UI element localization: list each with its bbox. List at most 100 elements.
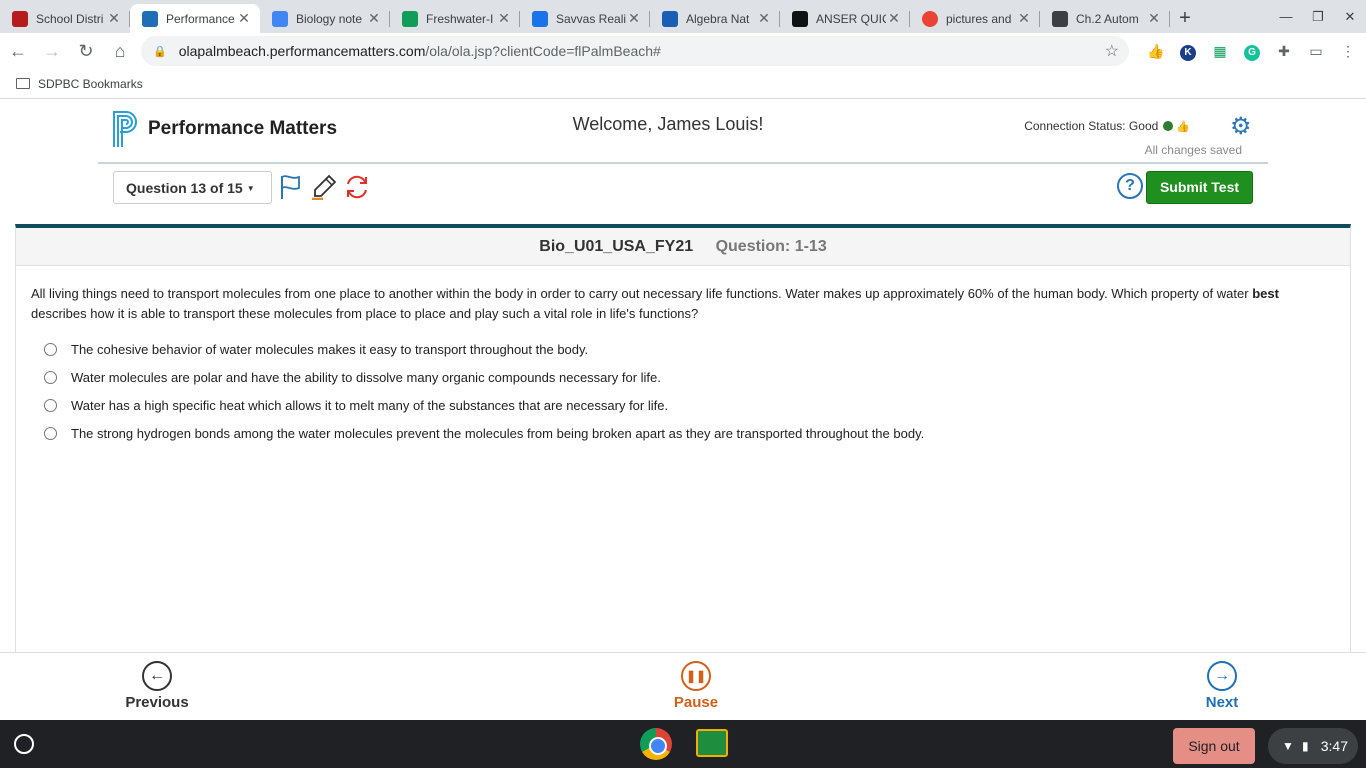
os-shelf: Sign out ▼ ▮ 3:47 — [0, 720, 1366, 768]
close-icon[interactable]: ✕ — [886, 10, 902, 27]
radio-button[interactable] — [44, 371, 57, 384]
answer-choice[interactable]: Water molecules are polar and have the a… — [44, 370, 661, 385]
puzzle-extensions-icon[interactable]: ✚ — [1268, 43, 1300, 60]
clock: 3:47 — [1320, 738, 1348, 754]
answer-choice[interactable]: Water has a high specific heat which all… — [44, 398, 668, 413]
menu-kebab-icon[interactable]: ⋮ — [1332, 43, 1364, 60]
browser-tab[interactable]: pictures and ✕ — [910, 4, 1040, 33]
tab-favicon — [12, 10, 28, 27]
tab-title: School Distri — [36, 11, 104, 26]
radio-button[interactable] — [44, 399, 57, 412]
browser-tab[interactable]: School Distri ✕ — [0, 4, 130, 33]
question-selector[interactable]: Question 13 of 15 ▼ — [113, 171, 272, 204]
answer-choice-text: Water molecules are polar and have the a… — [71, 370, 661, 385]
flag-icon[interactable] — [279, 174, 303, 200]
answer-choice-text: Water has a high specific heat which all… — [71, 398, 669, 413]
tab-favicon — [662, 10, 678, 27]
bookmark-star-icon[interactable]: ☆ — [1105, 41, 1119, 61]
gear-icon[interactable]: ⚙ — [1230, 112, 1252, 141]
help-button[interactable]: ? — [1117, 173, 1143, 199]
folder-icon — [16, 78, 30, 89]
close-icon[interactable]: ✕ — [366, 10, 382, 27]
question-panel: Bio_U01_USA_FY21 Question: 1-13 All livi… — [15, 224, 1351, 652]
status-dot-icon — [1163, 121, 1174, 131]
wifi-icon: ▼ — [1282, 739, 1294, 753]
pause-button[interactable]: ❚❚ Pause — [656, 661, 736, 711]
tab-title: Performance — [166, 11, 235, 26]
battery-icon: ▮ — [1302, 739, 1309, 753]
test-name: Bio_U01_USA_FY21 — [539, 238, 694, 255]
browser-toolbar: ← → ↻ ⌂ 🔒 olapalmbeach.performancematter… — [0, 33, 1366, 69]
browser-tab-active[interactable]: Performance ✕ — [130, 4, 260, 33]
answer-choice-text: The strong hydrogen bonds among the wate… — [71, 426, 925, 441]
forward-icon[interactable]: → — [36, 35, 68, 67]
chrome-app-icon[interactable] — [640, 728, 672, 760]
close-icon[interactable]: ✕ — [236, 10, 252, 27]
browser-tab[interactable]: Algebra Nat ✕ — [650, 4, 780, 33]
cast-icon[interactable]: ▭ — [1300, 43, 1332, 60]
reset-icon[interactable] — [344, 174, 370, 200]
radio-button[interactable] — [44, 343, 57, 356]
stem-emphasis: best — [1252, 286, 1279, 301]
tab-favicon — [922, 10, 938, 27]
pause-label: Pause — [673, 694, 719, 711]
tab-title: Biology note — [296, 11, 363, 26]
bookmarks-bar: SDPBC Bookmarks — [0, 69, 1366, 99]
previous-label: Previous — [125, 694, 189, 711]
answer-choice[interactable]: The strong hydrogen bonds among the wate… — [44, 426, 924, 441]
tab-title: ANSER QUIC — [816, 11, 886, 26]
browser-tab[interactable]: Freshwater-I ✕ — [390, 4, 520, 33]
grammarly-extension-icon[interactable]: G — [1236, 42, 1268, 61]
tab-title: pictures and — [946, 11, 1012, 26]
minimize-icon[interactable]: — — [1270, 0, 1302, 33]
system-tray[interactable]: ▼ ▮ 3:47 — [1268, 728, 1358, 764]
close-window-icon[interactable]: ✕ — [1334, 0, 1366, 33]
close-icon[interactable]: ✕ — [1016, 10, 1032, 27]
radio-button[interactable] — [44, 427, 57, 440]
window-controls: — ❐ ✕ — [1270, 0, 1366, 33]
thumbs-up-extension-icon[interactable]: 👍 — [1140, 43, 1172, 60]
home-icon[interactable]: ⌂ — [104, 35, 136, 67]
connection-status: Connection Status: Good 👍 — [1024, 119, 1190, 133]
tab-title: Freshwater-I — [426, 11, 494, 26]
tab-favicon — [142, 10, 158, 27]
classroom-app-icon[interactable] — [696, 729, 728, 757]
k-extension-icon[interactable]: K — [1172, 42, 1204, 61]
close-icon[interactable]: ✕ — [496, 10, 512, 27]
next-button[interactable]: → Next — [1182, 661, 1262, 711]
new-tab-button[interactable]: + — [1170, 4, 1200, 33]
arrow-left-icon: ← — [142, 661, 172, 691]
answer-choice[interactable]: The cohesive behavior of water molecules… — [44, 342, 588, 357]
browser-tab-strip: School Distri ✕ Performance ✕ Biology note… — [0, 0, 1366, 33]
pause-icon: ❚❚ — [681, 661, 711, 691]
highlighter-icon[interactable] — [311, 174, 337, 200]
close-icon[interactable]: ✕ — [106, 10, 122, 27]
stem-text: describes how it is able to transport th… — [31, 306, 699, 321]
close-icon[interactable]: ✕ — [756, 10, 772, 27]
close-icon[interactable]: ✕ — [626, 10, 642, 27]
browser-tab[interactable]: Biology note ✕ — [260, 4, 390, 33]
lock-icon[interactable]: 🔒 — [153, 45, 167, 58]
answer-choice-text: The cohesive behavior of water molecules… — [71, 342, 589, 357]
question-stem: All living things need to transport mole… — [31, 284, 1321, 324]
submit-test-button[interactable]: Submit Test — [1146, 171, 1253, 204]
launcher-icon[interactable] — [14, 734, 34, 754]
back-icon[interactable]: ← — [2, 35, 34, 67]
address-bar[interactable]: 🔒 olapalmbeach.performancematters.com/ol… — [141, 36, 1129, 66]
tab-title: Algebra Nat — [686, 11, 750, 26]
question-selector-label: Question 13 of 15 — [126, 180, 243, 196]
next-label: Next — [1205, 694, 1239, 711]
previous-button[interactable]: ← Previous — [117, 661, 197, 711]
bookmark-folder[interactable]: SDPBC Bookmarks — [38, 77, 143, 91]
sheets-extension-icon[interactable]: ▦ — [1204, 43, 1236, 60]
save-status: All changes saved — [1144, 143, 1242, 157]
reload-icon[interactable]: ↻ — [70, 35, 102, 67]
restore-icon[interactable]: ❐ — [1302, 0, 1334, 33]
browser-tab[interactable]: Savvas Reali ✕ — [520, 4, 650, 33]
browser-tab[interactable]: ANSER QUIC ✕ — [780, 4, 910, 33]
browser-tab[interactable]: Ch.2 Autom ✕ — [1040, 4, 1170, 33]
sign-out-button[interactable]: Sign out — [1173, 728, 1255, 764]
close-icon[interactable]: ✕ — [1146, 10, 1162, 27]
tab-favicon — [792, 10, 808, 27]
caret-down-icon: ▼ — [246, 184, 255, 193]
